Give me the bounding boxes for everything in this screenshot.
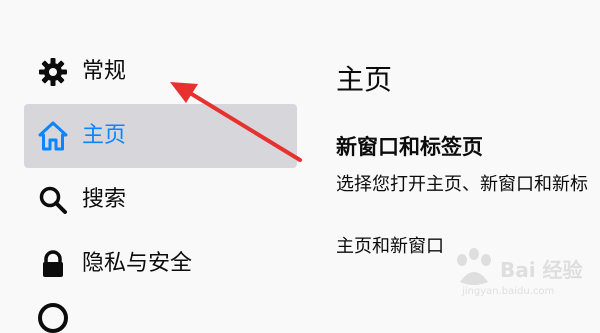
paw-icon — [457, 248, 491, 285]
home-icon — [36, 119, 70, 153]
sidebar-item-label: 主页 — [82, 123, 127, 148]
sidebar-item-home[interactable]: 主页 — [24, 104, 297, 168]
watermark-text: Bai 经验 — [500, 258, 583, 282]
section-title: 新窗口和标签页 — [336, 135, 483, 159]
partial-sidebar-icon — [38, 303, 68, 333]
settings-sidebar: 常规 主页 搜索 隐私与安全 — [0, 0, 300, 333]
sidebar-item-label: 常规 — [82, 59, 127, 84]
sidebar-item-label: 隐私与安全 — [82, 251, 193, 276]
gear-icon — [36, 55, 70, 89]
homepage-new-windows-label: 主页和新窗口 — [336, 236, 444, 257]
section-description: 选择您打开主页、新窗口和新标 — [336, 174, 588, 195]
sidebar-item-general[interactable]: 常规 — [24, 40, 297, 104]
sidebar-item-privacy[interactable]: 隐私与安全 — [24, 232, 297, 296]
baidu-watermark: Bai 经验 jingyan.baidu.com — [448, 246, 598, 306]
watermark-url: jingyan.baidu.com — [462, 286, 555, 297]
page-title: 主页 — [336, 63, 393, 96]
sidebar-item-search[interactable]: 搜索 — [24, 168, 297, 232]
lock-icon — [36, 247, 70, 281]
sidebar-item-label: 搜索 — [82, 187, 127, 212]
search-icon — [36, 183, 70, 217]
